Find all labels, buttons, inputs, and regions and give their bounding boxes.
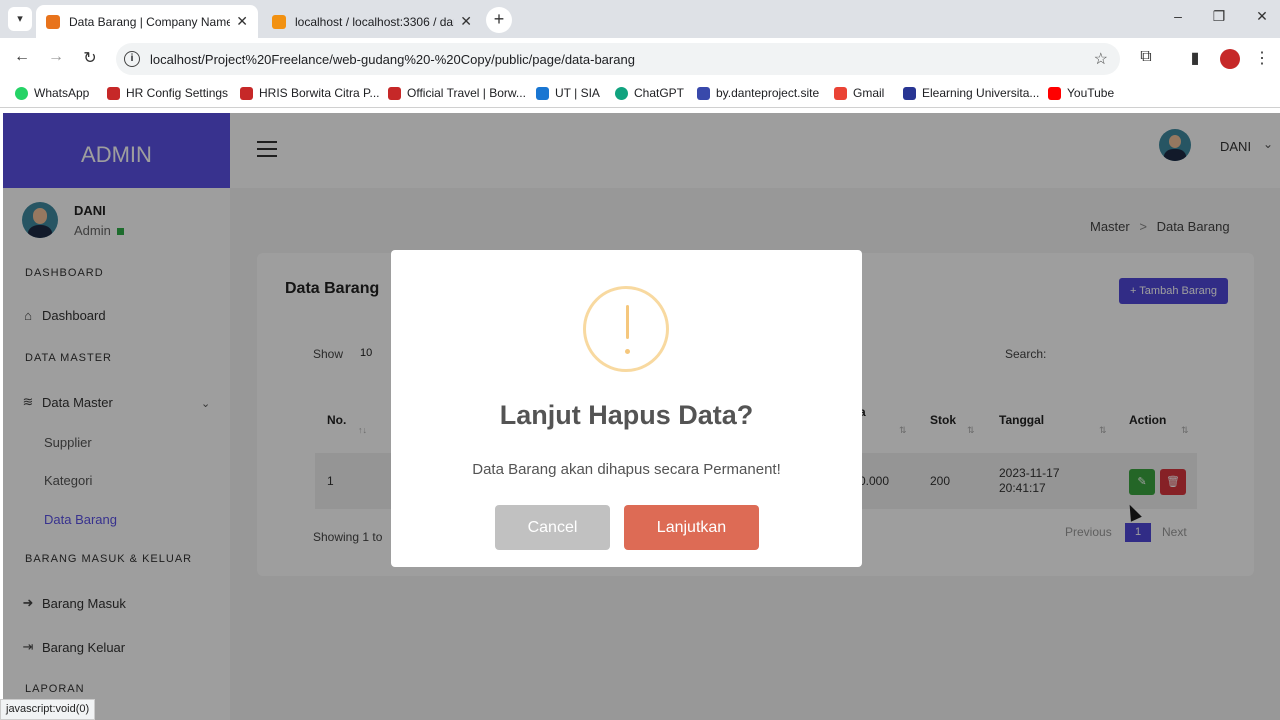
confirm-delete-dialog: Lanjut Hapus Data? Data Barang akan diha… — [391, 250, 862, 567]
bookmark-youtube[interactable]: YouTube — [1048, 86, 1114, 100]
bookmark-label: YouTube — [1067, 86, 1115, 100]
bookmark-hr-config[interactable]: HR Config Settings — [107, 86, 228, 100]
address-bar: ← → ↻ i localhost/Project%20Freelance/we… — [0, 38, 1280, 80]
bookmark-label: WhatsApp — [34, 86, 90, 100]
bookmark-gmail[interactable]: Gmail — [834, 86, 884, 100]
bookmark-favicon-icon — [697, 86, 710, 100]
browser-tab-bar: ▾ Data Barang | Company Name ✕ localhost… — [0, 0, 1280, 38]
reload-icon[interactable]: ↻ — [78, 48, 102, 68]
tab-title: localhost / localhost:3306 / dan — [295, 14, 455, 29]
confirm-lanjutkan-button[interactable]: Lanjutkan — [624, 505, 759, 550]
bookmark-label: Elearning Universita... — [922, 86, 1040, 100]
tab-close-icon[interactable]: ✕ — [460, 13, 472, 30]
bookmark-favicon-icon — [240, 86, 253, 100]
gmail-icon — [834, 86, 847, 100]
tab-search-chevron-down-icon[interactable]: ▾ — [8, 7, 32, 31]
tab-data-barang[interactable]: Data Barang | Company Name ✕ — [36, 5, 258, 38]
tab-phpmyadmin[interactable]: localhost / localhost:3306 / dan ✕ — [262, 5, 482, 38]
bookmark-elearning[interactable]: Elearning Universita... — [903, 86, 1039, 100]
dialog-title: Lanjut Hapus Data? — [499, 400, 754, 430]
tab-favicon-icon — [272, 14, 286, 29]
bookmark-label: Official Travel | Borw... — [407, 86, 526, 100]
maximize-icon[interactable]: ❐ — [1204, 8, 1234, 25]
url-input[interactable]: i localhost/Project%20Freelance/web-guda… — [116, 43, 1120, 75]
back-icon[interactable]: ← — [10, 48, 34, 66]
url-text: localhost/Project%20Freelance/web-gudang… — [150, 51, 635, 67]
cancel-button[interactable]: Cancel — [495, 505, 610, 550]
new-tab-button[interactable]: + — [486, 7, 512, 33]
bookmark-favicon-icon — [536, 86, 549, 100]
bookmark-whatsapp[interactable]: WhatsApp — [15, 86, 89, 100]
tab-favicon-icon — [46, 14, 60, 29]
bookmark-danteproject[interactable]: by.danteproject.site — [697, 86, 819, 100]
screen: ▾ Data Barang | Company Name ✕ localhost… — [0, 0, 1280, 720]
tab-title: Data Barang | Company Name — [69, 14, 231, 29]
bookmark-label: HR Config Settings — [126, 86, 229, 100]
extensions-icon[interactable]: ⧉ — [1134, 48, 1158, 66]
bookmark-label: UT | SIA — [555, 86, 600, 100]
bookmark-star-icon[interactable]: ☆ — [1094, 49, 1108, 69]
chatgpt-icon — [615, 86, 628, 100]
youtube-icon — [1048, 86, 1061, 100]
tab-close-icon[interactable]: ✕ — [236, 13, 248, 30]
bookmark-label: HRIS Borwita Citra P... — [259, 86, 380, 100]
menu-kebab-icon[interactable]: ⋮ — [1250, 48, 1274, 68]
warning-icon — [583, 286, 669, 372]
close-window-icon[interactable]: ✕ — [1247, 8, 1277, 25]
bookmark-favicon-icon — [388, 86, 401, 100]
bookmark-hris[interactable]: HRIS Borwita Citra P... — [240, 86, 379, 100]
bookmark-chatgpt[interactable]: ChatGPT — [615, 86, 684, 100]
bookmark-official-travel[interactable]: Official Travel | Borw... — [388, 86, 526, 100]
bookmark-favicon-icon — [107, 86, 120, 100]
bookmark-ut-sia[interactable]: UT | SIA — [536, 86, 600, 100]
forward-icon[interactable]: → — [44, 48, 68, 66]
bookmark-label: ChatGPT — [634, 86, 685, 100]
bookmark-label: by.danteproject.site — [716, 86, 820, 100]
whatsapp-icon — [15, 86, 28, 100]
bookmark-favicon-icon — [903, 86, 916, 100]
site-info-icon[interactable]: i — [124, 51, 140, 67]
bookmarks-bar: WhatsApp HR Config Settings HRIS Borwita… — [0, 80, 1280, 108]
side-panel-icon[interactable]: ▮ — [1183, 48, 1207, 68]
bookmark-label: Gmail — [853, 86, 885, 100]
dialog-message: Data Barang akan dihapus secara Permanen… — [472, 461, 781, 478]
profile-avatar-icon[interactable] — [1220, 49, 1240, 69]
minimize-icon[interactable]: – — [1163, 8, 1193, 24]
browser-status-bar: javascript:void(0) — [0, 699, 96, 720]
